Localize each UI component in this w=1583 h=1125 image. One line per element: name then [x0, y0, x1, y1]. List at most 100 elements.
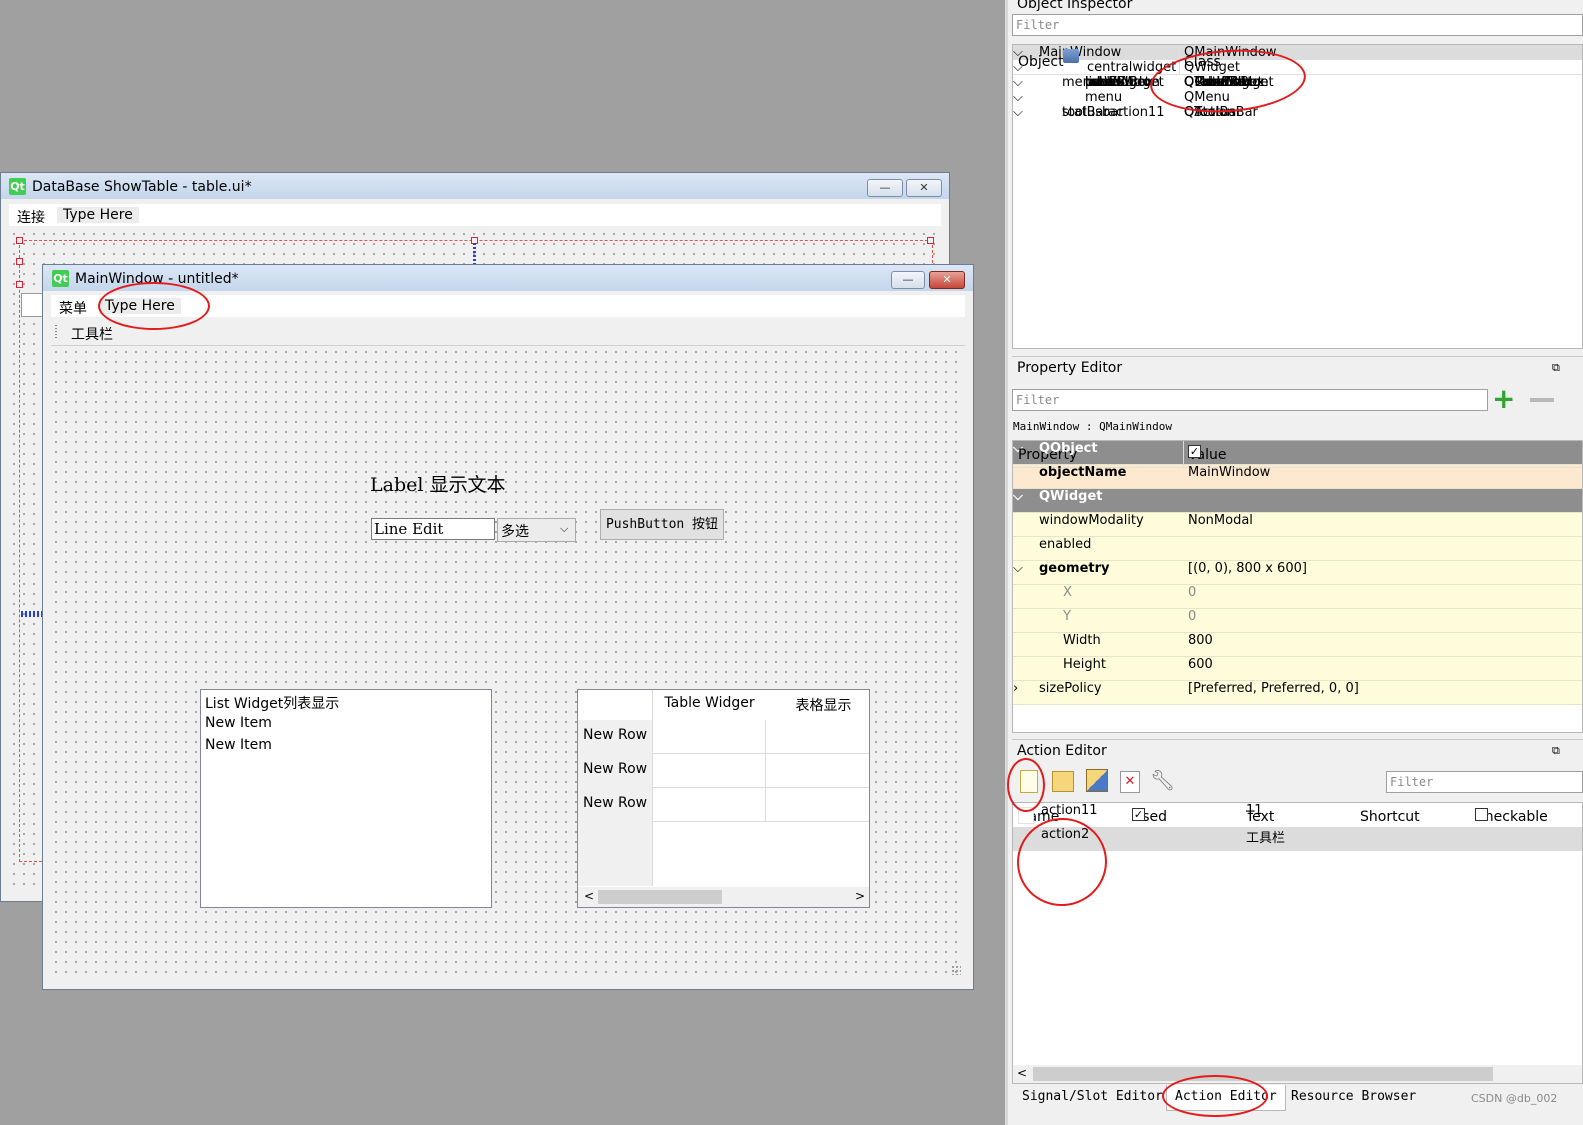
- property-value[interactable]: NonModal: [1188, 513, 1253, 528]
- selection-handle[interactable]: [16, 258, 23, 265]
- property-row[interactable]: › sizePolicy [Preferred, Preferred, 0, 0]: [1013, 441, 1582, 705]
- object-inspector-title[interactable]: Object Inspector: [1012, 0, 1583, 14]
- chevron-down-icon[interactable]: ⌵: [1013, 90, 1023, 105]
- enabled-checkbox[interactable]: ✓: [1188, 445, 1201, 458]
- list-widget[interactable]: List Widget列表显示 New Item New Item: [200, 689, 492, 908]
- property-value[interactable]: [(0, 0), 800 x 600]: [1188, 561, 1307, 576]
- wrench-icon[interactable]: 🔧︎: [1150, 768, 1175, 792]
- action-editor-filter[interactable]: Filter: [1386, 771, 1583, 793]
- scroll-left-icon[interactable]: <: [1017, 1066, 1027, 1080]
- property-row[interactable]: objectName MainWindow: [1013, 441, 1582, 489]
- scroll-thumb[interactable]: [1033, 1067, 1493, 1081]
- menu-item-menu[interactable]: 菜单: [59, 298, 87, 318]
- push-button-widget[interactable]: PushButton 按钮: [600, 509, 724, 540]
- object-inspector-filter[interactable]: Filter: [1012, 14, 1583, 36]
- close-icon[interactable]: ✕: [929, 271, 965, 289]
- selection-handle[interactable]: [16, 281, 23, 288]
- menu-item-connect[interactable]: 连接: [17, 207, 45, 227]
- property-value[interactable]: 0: [1188, 585, 1196, 600]
- tab-resource-browser[interactable]: Resource Browser: [1283, 1085, 1424, 1111]
- property-row[interactable]: X0: [1013, 441, 1582, 609]
- combo-value: 多选: [501, 524, 529, 540]
- table-row-header[interactable]: New Row: [583, 761, 647, 777]
- property-name: Y: [1063, 609, 1071, 624]
- property-row[interactable]: enabled ✓: [1013, 441, 1582, 561]
- table-widget[interactable]: Table Widger 表格显示 New Row New Row New Ro…: [577, 689, 870, 908]
- back-spacer: [21, 611, 43, 617]
- toolbar-grip[interactable]: [55, 325, 57, 340]
- float-icon[interactable]: ⧉: [1552, 357, 1560, 379]
- list-item[interactable]: New Item: [205, 737, 272, 753]
- add-property-icon[interactable]: +: [1492, 385, 1515, 413]
- action-text: 11: [1246, 803, 1263, 818]
- tree-row[interactable]: ⌵ menu QMenu: [1013, 90, 1582, 105]
- action-editor-toolbar: ✕ 🔧︎ Filter: [1012, 764, 1583, 800]
- chevron-down-icon[interactable]: ⌵: [1013, 489, 1023, 504]
- horizontal-scrollbar[interactable]: < >: [578, 887, 869, 907]
- combo-box-widget[interactable]: 多选 ⌵: [497, 518, 576, 542]
- main-designer-window[interactable]: Qt MainWindow - untitled* — ✕ 菜单 Type He…: [42, 264, 974, 990]
- chevron-right-icon[interactable]: ›: [1013, 681, 1018, 696]
- object-name: menu: [1085, 90, 1123, 105]
- property-row[interactable]: windowModality NonModal: [1013, 441, 1582, 537]
- list-item[interactable]: New Item: [205, 715, 272, 731]
- property-value[interactable]: 0: [1188, 609, 1196, 624]
- open-icon[interactable]: [1052, 771, 1074, 792]
- table-corner[interactable]: [578, 690, 653, 721]
- property-editor-title[interactable]: Property Editor ⧉: [1012, 356, 1583, 378]
- toolbar-action[interactable]: 工具栏: [71, 324, 113, 344]
- size-grip-icon[interactable]: [951, 965, 961, 975]
- checkable-checkbox[interactable]: [1475, 808, 1488, 821]
- scroll-left-icon[interactable]: <: [584, 889, 594, 903]
- property-row[interactable]: Y0: [1013, 441, 1582, 633]
- property-name: Height: [1063, 657, 1106, 672]
- close-icon[interactable]: ✕: [906, 179, 942, 197]
- annotation-circle: [1162, 1075, 1268, 1117]
- scroll-thumb[interactable]: [598, 890, 722, 904]
- property-name: X: [1063, 585, 1072, 600]
- chevron-down-icon[interactable]: ⌵: [1013, 75, 1023, 90]
- property-value[interactable]: MainWindow: [1188, 465, 1270, 480]
- qt-logo-icon: Qt: [9, 178, 26, 195]
- property-row[interactable]: ⌵ geometry [(0, 0), 800 x 600]: [1013, 441, 1582, 585]
- used-checkbox[interactable]: ✓: [1132, 808, 1145, 821]
- float-icon[interactable]: ⧉: [1552, 740, 1560, 762]
- annotation-circle: [98, 282, 210, 330]
- minimize-icon[interactable]: —: [867, 179, 903, 197]
- chevron-down-icon[interactable]: ⌵: [1013, 561, 1023, 576]
- property-value[interactable]: 800: [1188, 633, 1213, 648]
- table-column-header[interactable]: Table Widger: [653, 695, 766, 711]
- property-editor-table[interactable]: Property Value ⌵ QObject objectName MainWin…: [1012, 440, 1583, 733]
- label-widget[interactable]: Label 显示文本: [370, 470, 505, 497]
- chevron-down-icon[interactable]: ⌵: [1013, 105, 1023, 120]
- line-edit-widget[interactable]: Line Edit: [371, 518, 495, 540]
- object-name: toolBar: [1062, 105, 1109, 120]
- property-name: geometry: [1039, 561, 1110, 576]
- list-item[interactable]: List Widget列表显示: [205, 693, 339, 713]
- table-row-header[interactable]: New Row: [583, 727, 647, 743]
- table-column-header[interactable]: 表格显示: [767, 695, 869, 715]
- back-window-titlebar[interactable]: Qt DataBase ShowTable - table.ui* — ✕: [1, 173, 949, 199]
- action-editor-title[interactable]: Action Editor ⧉: [1012, 739, 1583, 761]
- property-editor-filter[interactable]: Filter: [1012, 389, 1488, 411]
- tab-signal-slot-editor[interactable]: Signal/Slot Editor: [1014, 1085, 1171, 1111]
- menu-type-here[interactable]: Type Here: [57, 207, 139, 223]
- watermark: CSDN @db_002: [1471, 1092, 1558, 1105]
- property-category-row[interactable]: ⌵ QWidget: [1013, 489, 1582, 513]
- remove-property-icon[interactable]: [1530, 398, 1554, 402]
- selection-handle[interactable]: [16, 237, 23, 244]
- minimize-icon[interactable]: —: [891, 271, 925, 289]
- tree-row[interactable]: ⌵ toolBar QToolBar: [1013, 105, 1582, 120]
- header-shortcut[interactable]: Shortcut: [1360, 806, 1420, 828]
- property-row[interactable]: Height 600: [1013, 441, 1582, 681]
- qt-logo-icon: Qt: [52, 270, 69, 287]
- selection-handle[interactable]: [927, 237, 934, 244]
- delete-icon[interactable]: ✕: [1120, 771, 1140, 793]
- table-row-header[interactable]: New Row: [583, 795, 647, 811]
- scroll-right-icon[interactable]: >: [855, 889, 865, 903]
- copy-icon[interactable]: [1086, 769, 1108, 792]
- property-value[interactable]: 600: [1188, 657, 1213, 672]
- property-row[interactable]: Width 800: [1013, 441, 1582, 657]
- horizontal-scrollbar[interactable]: <: [1013, 1065, 1582, 1083]
- property-value[interactable]: [Preferred, Preferred, 0, 0]: [1188, 681, 1359, 696]
